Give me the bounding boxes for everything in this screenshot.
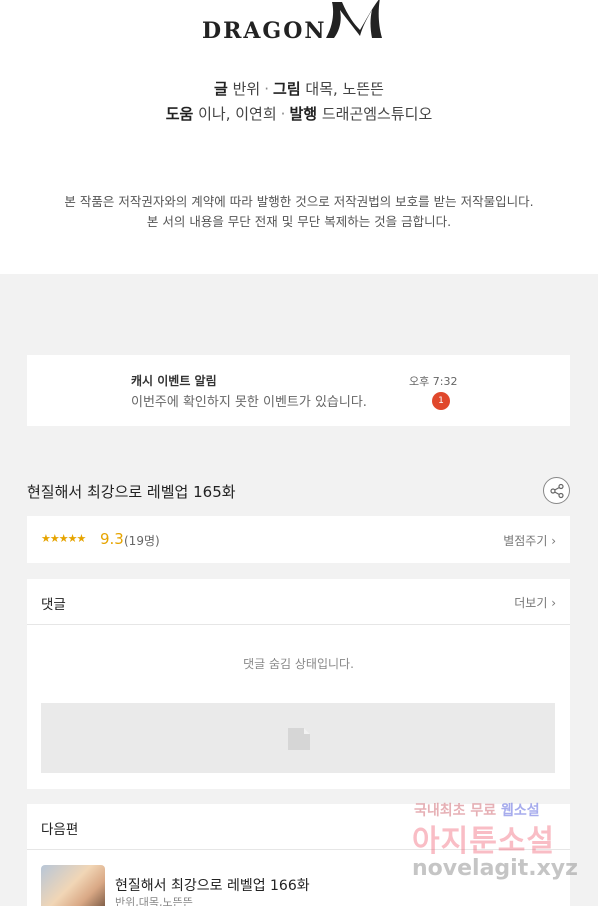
- logo-text: DRAGON: [202, 18, 327, 44]
- next-episode-authors: 반위,대목,노뜬뜬: [115, 896, 193, 906]
- episode-title: 현질해서 최강으로 레벨업 165화: [27, 483, 236, 501]
- publisher-label: 발행: [289, 105, 318, 123]
- rating-score: 9.3: [100, 530, 124, 548]
- alarm-count-badge: 1: [432, 392, 450, 410]
- publisher-name: 드래곤엠스튜디오: [321, 105, 433, 123]
- alarm-time: 오후 7:32: [409, 375, 458, 388]
- copyright-notice-1: 본 작품은 저작권자와의 계약에 따라 발행한 것으로 저작권법의 보호를 받는…: [64, 194, 534, 209]
- credits-line-1: 글 반위 · 그림 대목, 노뜬뜬: [0, 78, 598, 99]
- rating-card: ★★★★★ 9.3 (19명) 별점주기 ›: [27, 516, 570, 563]
- watermark-line-3: novelagit.xyz: [412, 856, 578, 881]
- writer-name: 반위: [232, 80, 261, 98]
- image-placeholder-icon: [288, 728, 310, 750]
- artist-label: 그림: [273, 80, 301, 98]
- credits-line-2: 도움 이나, 이연희 · 발행 드래곤엠스튜디오: [0, 103, 598, 124]
- comments-card: 댓글 더보기 › 댓글 숨김 상태입니다.: [27, 579, 570, 789]
- next-episode-title[interactable]: 현질해서 최강으로 레벨업 166화: [115, 875, 310, 895]
- alarm-body: 이번주에 확인하지 못한 이벤트가 있습니다.: [131, 395, 367, 410]
- cash-event-alarm[interactable]: 캐시 이벤트 알림 이번주에 확인하지 못한 이벤트가 있습니다. 오후 7:3…: [27, 355, 570, 426]
- logo-m-mark: [326, 0, 382, 38]
- comments-more-link[interactable]: 더보기 ›: [514, 594, 556, 611]
- comments-hidden-message: 댓글 숨김 상태입니다.: [243, 657, 354, 671]
- watermark-line-2: 아지툰소설: [412, 824, 555, 859]
- alarm-title: 캐시 이벤트 알림: [131, 374, 217, 388]
- watermark: 국내최초 무료 웹소설 아지툰소설 novelagit.xyz: [410, 800, 580, 890]
- ad-banner-placeholder[interactable]: [41, 703, 555, 773]
- rating-stars: ★★★★★: [41, 532, 86, 545]
- writer-label: 글: [214, 80, 228, 98]
- assist-label: 도움: [165, 105, 194, 123]
- comments-header: 댓글 더보기 ›: [27, 579, 570, 625]
- separator: ·: [264, 80, 270, 98]
- comments-title: 댓글: [41, 597, 66, 613]
- rate-button[interactable]: 별점주기 ›: [503, 532, 556, 549]
- next-title: 다음편: [41, 822, 79, 838]
- artist-name: 대목, 노뜬뜬: [305, 80, 384, 98]
- separator: ·: [280, 105, 286, 123]
- top-section: DRAGON 글 반위 · 그림 대목, 노뜬뜬 도움 이나, 이연희 · 발행 드래곤…: [0, 0, 598, 274]
- share-button[interactable]: [543, 477, 570, 504]
- rating-votes: (19명): [124, 534, 160, 548]
- copyright-notice-2: 본 서의 내용을 무단 전재 및 무단 복제하는 것을 금합니다.: [146, 214, 452, 229]
- next-episode-thumbnail[interactable]: [41, 865, 105, 906]
- assist-name: 이나, 이연희: [198, 105, 277, 123]
- share-icon: [550, 483, 564, 499]
- dragon-m-logo: DRAGON: [202, 0, 402, 48]
